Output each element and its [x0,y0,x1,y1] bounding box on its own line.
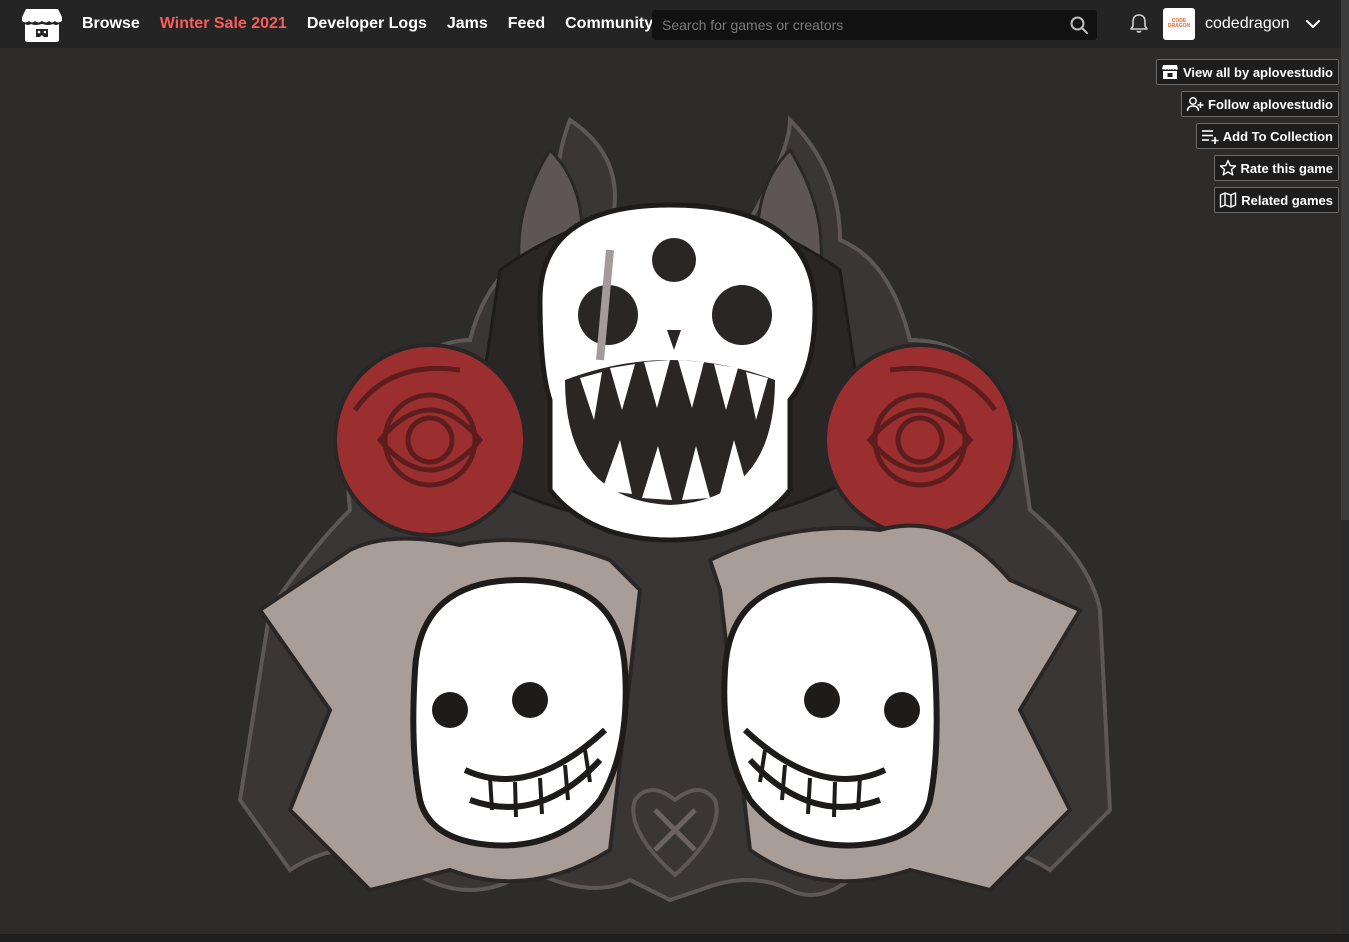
nav-browse[interactable]: Browse [82,15,140,33]
avatar-text-bottom: DRAGON [1167,23,1191,29]
rate-game-button[interactable]: Rate this game [1213,155,1339,181]
top-skull [537,202,818,543]
nav-developer-logs[interactable]: Developer Logs [307,15,427,33]
follow-user-icon [1186,97,1204,112]
user-tools: View all by aplovestudio Follow aplovest… [1155,59,1339,213]
chevron-down-icon[interactable] [1304,15,1322,33]
nav-community[interactable]: Community [565,15,653,33]
user-menu[interactable]: CODE DRAGON codedragon [1163,8,1290,40]
nav-jams[interactable]: Jams [447,15,488,33]
follow-label: Follow aplovestudio [1208,96,1333,112]
view-all-button[interactable]: View all by aplovestudio [1155,59,1339,85]
nav-winter-sale[interactable]: Winter Sale 2021 [160,15,287,33]
username: codedragon [1205,15,1290,32]
notification-bell-icon[interactable] [1128,12,1150,34]
rose-left [333,343,527,537]
star-icon [1219,159,1236,176]
add-to-collection-button[interactable]: Add To Collection [1195,123,1339,149]
bottom-strip [0,934,1349,942]
game-cover-art [237,115,1113,903]
add-to-list-icon [1201,130,1219,144]
related-games-button[interactable]: Related games [1214,187,1339,213]
search-input[interactable] [652,10,1062,40]
search-bar [652,10,1097,40]
add-to-collection-label: Add To Collection [1222,128,1333,144]
view-all-label: View all by aplovestudio [1182,64,1333,80]
bottom-left-skull [410,576,629,849]
map-icon [1220,192,1237,208]
rose-right [823,343,1017,537]
itchio-icon [1161,65,1178,79]
itchio-logo-icon[interactable] [22,7,62,43]
bottom-right-skull [721,576,940,849]
follow-button[interactable]: Follow aplovestudio [1181,91,1339,117]
top-header: Browse Winter Sale 2021 Developer Logs J… [0,0,1349,48]
scrollbar-thumb[interactable] [1341,0,1349,520]
main-nav: Browse Winter Sale 2021 Developer Logs J… [82,0,673,48]
related-games-label: Related games [1241,192,1333,208]
search-icon[interactable] [1069,15,1089,35]
rate-game-label: Rate this game [1240,160,1333,176]
page-scrollbar[interactable] [1341,0,1349,942]
avatar: CODE DRAGON [1163,8,1195,40]
nav-feed[interactable]: Feed [508,15,545,33]
